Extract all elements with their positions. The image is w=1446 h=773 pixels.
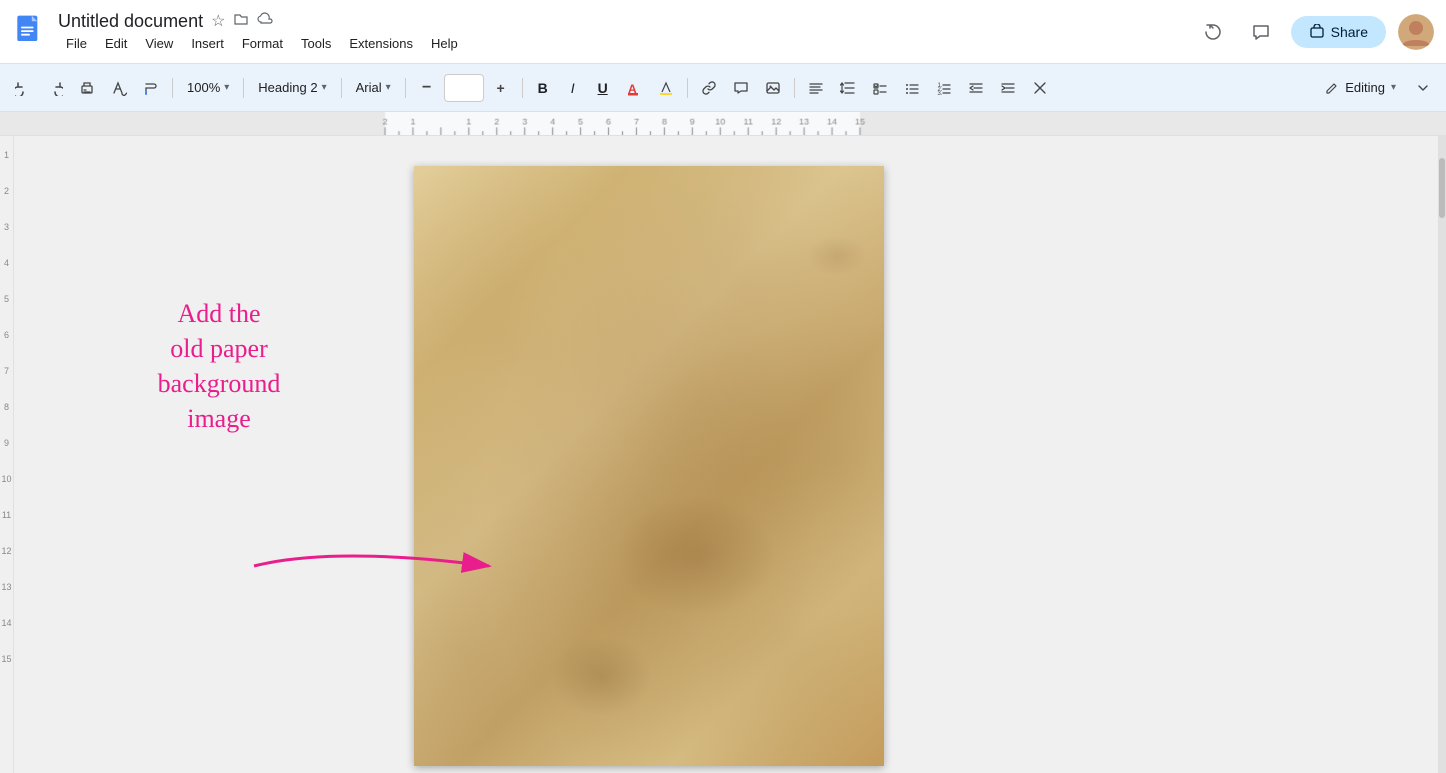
share-label: Share <box>1331 24 1368 40</box>
folder-icon[interactable] <box>233 11 249 32</box>
editing-label: Editing <box>1345 80 1385 95</box>
doc-scroll-area[interactable]: Add the old paper background image <box>14 136 1438 773</box>
font-size-decrease[interactable]: − <box>412 73 442 103</box>
v-ruler-7: 7 <box>4 366 9 376</box>
doc-page[interactable] <box>414 166 884 766</box>
annotation-line3: background <box>34 366 404 401</box>
style-value: Heading 2 <box>258 80 317 95</box>
v-ruler-13: 13 <box>1 582 11 592</box>
v-ruler-10: 10 <box>1 474 11 484</box>
style-arrow: ▾ <box>322 82 327 93</box>
checklist-button[interactable] <box>865 73 895 103</box>
editing-mode-button[interactable]: Editing ▾ <box>1315 73 1406 103</box>
bold-button[interactable]: B <box>529 74 557 102</box>
scrollbar-right[interactable] <box>1438 136 1446 773</box>
v-ruler-11: 11 <box>2 510 11 520</box>
v-ruler-4: 4 <box>4 258 9 268</box>
annotation-line2: old paper <box>34 331 404 366</box>
editing-arrow: ▾ <box>1391 82 1396 93</box>
paper-texture <box>414 166 884 766</box>
font-dropdown[interactable]: Arial ▾ <box>348 73 399 103</box>
underline-button[interactable]: U <box>589 74 617 102</box>
separator1 <box>172 78 173 98</box>
cloud-save-icon[interactable] <box>257 11 273 32</box>
insert-link-button[interactable] <box>694 73 724 103</box>
menu-file[interactable]: File <box>58 34 95 53</box>
star-icon[interactable]: ☆ <box>211 11 225 31</box>
v-ruler-12: 12 <box>1 546 11 556</box>
title-section: Untitled document ☆ File Edit View Inser… <box>58 11 1195 53</box>
vertical-ruler: 1 2 3 4 5 6 7 8 9 10 11 12 13 14 15 <box>0 136 14 773</box>
bullet-list-button[interactable] <box>897 73 927 103</box>
doc-page-wrapper: Add the old paper background image <box>34 156 1418 773</box>
zoom-arrow: ▾ <box>224 82 229 93</box>
v-ruler-5: 5 <box>4 294 9 304</box>
v-ruler-14: 14 <box>1 618 11 628</box>
annotation-line1: Add the <box>34 296 404 331</box>
ruler <box>0 112 1446 136</box>
redo-button[interactable] <box>40 73 70 103</box>
highlight-color-button[interactable] <box>651 73 681 103</box>
italic-button[interactable]: I <box>559 74 587 102</box>
undo-button[interactable] <box>8 73 38 103</box>
separator2 <box>243 78 244 98</box>
menu-tools[interactable]: Tools <box>293 34 339 53</box>
increase-indent-button[interactable] <box>993 73 1023 103</box>
menu-view[interactable]: View <box>137 34 181 53</box>
zoom-dropdown[interactable]: 100% ▾ <box>179 73 237 103</box>
insert-comment-button[interactable] <box>726 73 756 103</box>
avatar[interactable] <box>1398 14 1434 50</box>
menu-help[interactable]: Help <box>423 34 466 53</box>
scrollbar-thumb[interactable] <box>1439 158 1445 218</box>
annotation: Add the old paper background image <box>34 296 404 436</box>
menu-extensions[interactable]: Extensions <box>341 34 421 53</box>
print-button[interactable] <box>72 73 102 103</box>
font-arrow: ▾ <box>386 82 391 93</box>
separator7 <box>794 78 795 98</box>
menu-edit[interactable]: Edit <box>97 34 135 53</box>
separator6 <box>687 78 688 98</box>
text-color-button[interactable]: A <box>619 73 649 103</box>
style-dropdown[interactable]: Heading 2 ▾ <box>250 73 334 103</box>
separator3 <box>341 78 342 98</box>
title-actions: Share <box>1195 14 1434 50</box>
zoom-value: 100% <box>187 80 220 95</box>
menu-bar: File Edit View Insert Format Tools Exten… <box>58 34 1195 53</box>
spellcheck-button[interactable] <box>104 73 134 103</box>
v-ruler-8: 8 <box>4 402 9 412</box>
menu-insert[interactable]: Insert <box>183 34 232 53</box>
collapse-toolbar-button[interactable] <box>1408 73 1438 103</box>
v-ruler-3: 3 <box>4 222 9 232</box>
align-button[interactable] <box>801 73 831 103</box>
insert-image-button[interactable] <box>758 73 788 103</box>
font-value: Arial <box>356 80 382 95</box>
comments-button[interactable] <box>1243 14 1279 50</box>
annotation-line4: image <box>34 401 404 436</box>
history-button[interactable] <box>1195 14 1231 50</box>
doc-title[interactable]: Untitled document <box>58 11 203 32</box>
separator5 <box>522 78 523 98</box>
main-content: 1 2 3 4 5 6 7 8 9 10 11 12 13 14 15 Add … <box>0 136 1446 773</box>
number-list-button[interactable]: 1.2.3. <box>929 73 959 103</box>
share-button[interactable]: Share <box>1291 16 1386 48</box>
font-size-input[interactable]: 17 <box>444 74 484 102</box>
docs-icon <box>12 14 48 50</box>
v-ruler-1: 1 <box>4 150 9 160</box>
clear-format-button[interactable] <box>1025 73 1055 103</box>
doc-title-row: Untitled document ☆ <box>58 11 1195 32</box>
title-bar: Untitled document ☆ File Edit View Inser… <box>0 0 1446 64</box>
v-ruler-9: 9 <box>4 438 9 448</box>
toolbar: 100% ▾ Heading 2 ▾ Arial ▾ − 17 + B I U … <box>0 64 1446 112</box>
menu-format[interactable]: Format <box>234 34 291 53</box>
svg-text:3.: 3. <box>937 91 942 96</box>
font-size-increase[interactable]: + <box>486 73 516 103</box>
separator4 <box>405 78 406 98</box>
v-ruler-15: 15 <box>1 654 11 664</box>
decrease-indent-button[interactable] <box>961 73 991 103</box>
paint-format-button[interactable] <box>136 73 166 103</box>
v-ruler-2: 2 <box>4 186 9 196</box>
line-spacing-button[interactable] <box>833 73 863 103</box>
v-ruler-6: 6 <box>4 330 9 340</box>
